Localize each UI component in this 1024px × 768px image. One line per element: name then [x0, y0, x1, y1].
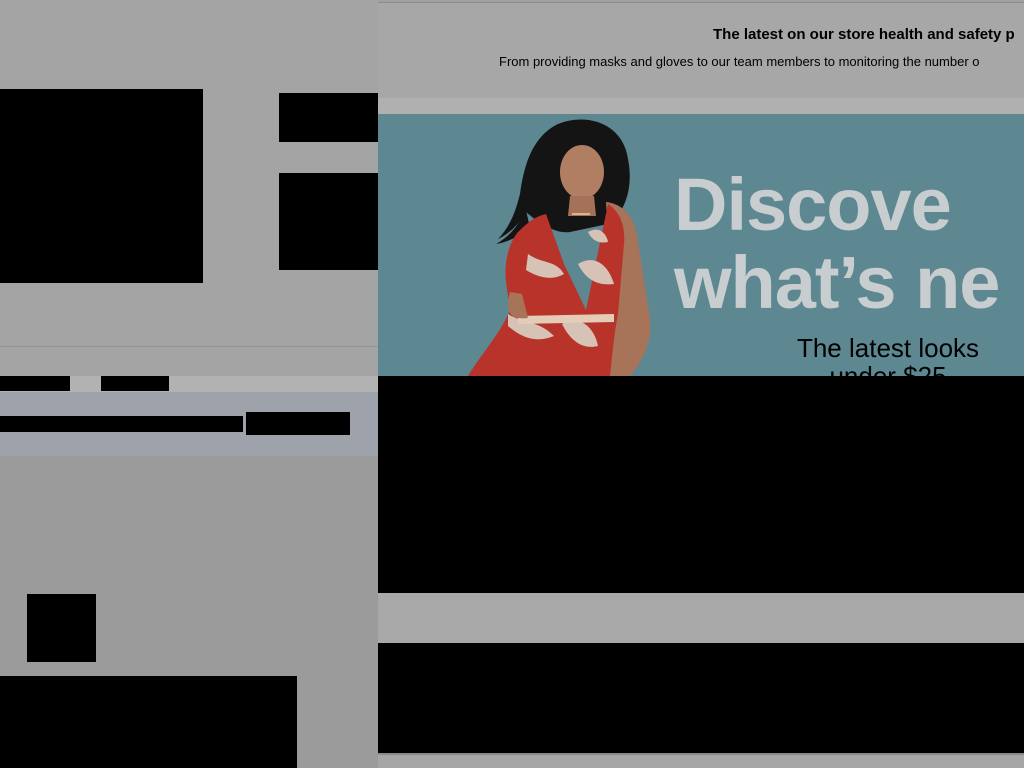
hero-subtext-line-2: under $25	[829, 361, 947, 376]
redacted-content-block	[0, 676, 297, 768]
notice-gap	[378, 98, 1024, 114]
hero-headline-line-2: what’s ne	[674, 241, 1000, 324]
left-page-panel	[0, 0, 378, 768]
redacted-search-field[interactable]	[0, 416, 243, 432]
redacted-thumbnail	[27, 594, 96, 662]
notice-body: From providing masks and gloves to our t…	[499, 54, 980, 69]
redacted-content-panel	[378, 376, 1024, 593]
redacted-search-button[interactable]	[246, 412, 350, 435]
hero-headline-line-1: Discove	[674, 163, 952, 246]
hero-banner[interactable]: Discove what’s ne The latest looks under…	[378, 114, 1024, 376]
right-page-panel: The latest on our store health and safet…	[378, 0, 1024, 768]
model-photo	[468, 119, 651, 376]
bottom-strip	[378, 755, 1024, 768]
redacted-block-mid-right	[279, 173, 378, 270]
redacted-image-large	[0, 89, 203, 283]
left-divider	[0, 346, 378, 347]
hero-headline[interactable]: Discove what’s ne	[674, 166, 1024, 322]
hero-subtext-line-1: The latest looks	[796, 333, 980, 363]
left-search-band	[0, 392, 378, 456]
left-tab-strip	[0, 376, 378, 392]
notice-title[interactable]: The latest on our store health and safet…	[713, 26, 1015, 43]
redacted-tab-1[interactable]	[0, 376, 70, 391]
redacted-tab-2[interactable]	[101, 376, 169, 391]
health-safety-notice[interactable]: The latest on our store health and safet…	[378, 3, 1024, 98]
redacted-block-top-right	[279, 93, 378, 142]
hero-subtext[interactable]: The latest looks under $25	[778, 334, 998, 376]
content-gap	[378, 593, 1024, 643]
left-lower-area	[0, 456, 378, 768]
redacted-footer-panel	[378, 643, 1024, 753]
